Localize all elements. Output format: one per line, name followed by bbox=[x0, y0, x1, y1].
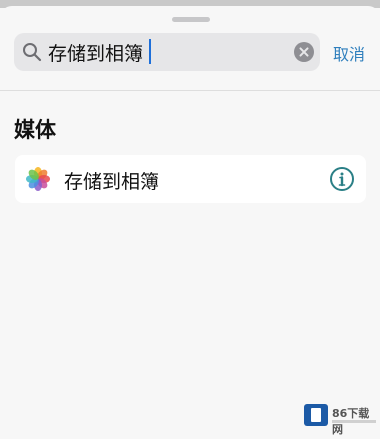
info-icon[interactable] bbox=[329, 166, 355, 192]
text-caret bbox=[149, 39, 151, 64]
sheet-grabber[interactable] bbox=[172, 17, 210, 22]
watermark-url-line bbox=[332, 420, 376, 423]
photos-icon bbox=[26, 167, 50, 191]
watermark-icon bbox=[304, 404, 328, 426]
search-bar[interactable] bbox=[14, 33, 320, 71]
section-title: 媒体 bbox=[14, 118, 56, 142]
watermark-logo: 86下载网 bbox=[302, 397, 377, 436]
result-label: 存储到相簿 bbox=[64, 171, 160, 193]
divider bbox=[0, 90, 380, 91]
clear-icon[interactable] bbox=[294, 42, 314, 62]
search-icon bbox=[23, 43, 42, 62]
result-item-save-to-album[interactable]: 存储到相簿 bbox=[15, 155, 366, 203]
search-input[interactable] bbox=[48, 38, 288, 66]
cancel-button[interactable]: 取消 bbox=[333, 41, 365, 65]
